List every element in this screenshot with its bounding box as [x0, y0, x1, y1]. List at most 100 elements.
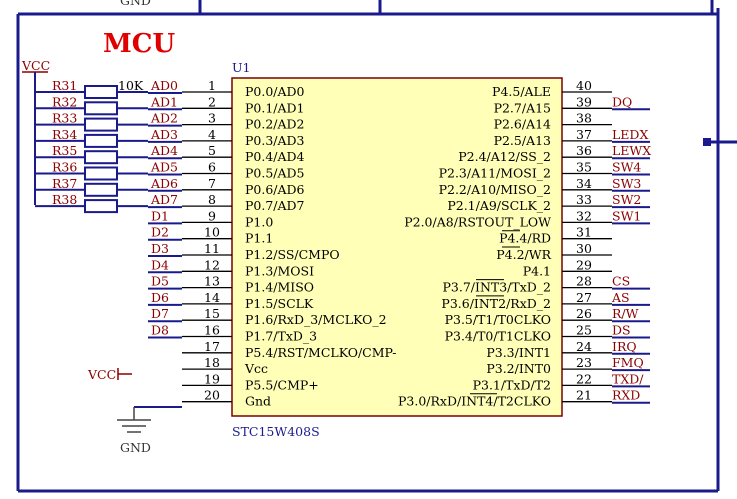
- pin-number: 34: [576, 176, 592, 191]
- pin-number: 3: [208, 111, 216, 126]
- pin-number: 21: [576, 388, 592, 403]
- pin-number: 18: [204, 355, 220, 370]
- vcc-top-label: VCC: [21, 58, 50, 73]
- pin-name: P5.4/RST/MCLKO/CMP-: [245, 345, 396, 360]
- net-label: TXD/: [612, 371, 644, 386]
- pin-name: P3.3/INT1: [486, 345, 551, 360]
- pin-name: P2.6/A14: [494, 117, 551, 132]
- pin-number: 24: [576, 339, 592, 354]
- pin-number: 26: [576, 306, 592, 321]
- net-label: SW1: [612, 208, 641, 223]
- net-label: LEWX: [612, 143, 651, 158]
- pin-number: 17: [204, 339, 220, 354]
- ic-part-number: STC15W408S: [232, 424, 320, 439]
- pin-name: P3.1/TxD/T2: [473, 377, 551, 392]
- net-label: RXD: [612, 388, 640, 403]
- pin-name: P0.2/AD2: [245, 117, 305, 132]
- pin-name: Vcc: [244, 361, 268, 376]
- net-label: IRQ: [612, 339, 637, 354]
- net-label: AD3: [150, 127, 178, 142]
- net-label: SW2: [612, 192, 641, 207]
- pin-name: P0.0/AD0: [245, 84, 305, 99]
- resistor-designator: R33: [52, 111, 77, 126]
- gnd-symbol: GND: [117, 406, 182, 455]
- pin-number: 31: [576, 225, 592, 240]
- pin-number: 36: [576, 143, 592, 158]
- pin-name: P2.3/A11/MOSI_2: [439, 166, 551, 181]
- pin-number: 39: [576, 94, 592, 109]
- resistor-designator: R36: [52, 160, 77, 175]
- net-label: AD2: [150, 111, 178, 126]
- pin-name: P3.2/INT0: [486, 361, 551, 376]
- pin-name: P0.3/AD3: [245, 133, 305, 148]
- pin-name: P4.5/ALE: [492, 84, 551, 99]
- resistor-body: [84, 199, 118, 214]
- pin-name: P4.2/WR: [496, 247, 551, 262]
- pin-number: 13: [204, 274, 220, 289]
- vcc-pin18: VCC: [87, 367, 132, 382]
- resistor-body: [84, 150, 118, 165]
- pin-number: 23: [576, 355, 592, 370]
- pin-number: 30: [576, 241, 592, 256]
- pin-name: P2.7/A15: [494, 100, 551, 115]
- resistor-designator: R34: [52, 127, 77, 142]
- pin-name: P1.6/RxD_3/MCLKO_2: [245, 312, 387, 327]
- pin-name: P1.5/SCLK: [245, 296, 314, 311]
- resistor-designator: R38: [52, 192, 77, 207]
- net-label: AD7: [150, 192, 178, 207]
- resistor-body: [84, 101, 118, 116]
- resistor-body: [84, 133, 118, 148]
- pin-name: P1.1: [245, 231, 273, 246]
- pin-name: P2.2/A10/MISO_2: [439, 182, 551, 197]
- pin-name: P3.4/T0/T1CLKO: [445, 329, 551, 344]
- pin-number: 8: [208, 192, 216, 207]
- pin-number: 5: [208, 143, 216, 158]
- net-label: D2: [151, 225, 169, 240]
- net-label: FMQ: [612, 355, 644, 370]
- net-label: AD6: [150, 176, 178, 191]
- pin-number: 12: [204, 257, 220, 272]
- net-label: D8: [151, 323, 169, 338]
- pin-number: 32: [576, 208, 592, 223]
- pin-name: P1.7/TxD_3: [245, 329, 317, 344]
- resistor-body: [84, 166, 118, 181]
- net-label: CS: [612, 274, 630, 289]
- pin-name: P3.5/T1/T0CLKO: [445, 312, 551, 327]
- pin-number: 35: [576, 160, 592, 175]
- pin-number: 9: [208, 208, 216, 223]
- pin-name: P1.4/MISO: [245, 280, 314, 295]
- pin-name: P0.4/AD4: [245, 149, 305, 164]
- net-label: D5: [151, 274, 169, 289]
- pin-number: 1: [208, 78, 216, 93]
- net-label: DQ: [612, 94, 632, 109]
- vcc-pin-label: VCC: [87, 367, 116, 382]
- pin-name: P2.5/A13: [494, 133, 551, 148]
- pin-name: P0.5/AD5: [245, 166, 305, 181]
- ic-designator: U1: [232, 60, 251, 75]
- pin-number: 40: [576, 78, 592, 93]
- resistor-value: 10K: [118, 78, 144, 93]
- net-label: AD4: [150, 143, 178, 158]
- net-label: DS: [612, 323, 631, 338]
- net-label: SW4: [612, 160, 641, 175]
- pin-name: P3.0/RxD/INT4/T2CLKO: [398, 394, 551, 409]
- pin-name: P4.1: [523, 263, 551, 278]
- pin-name: P1.3/MOSI: [245, 263, 314, 278]
- pin-number: 15: [204, 306, 220, 321]
- pin-name: P1.2/SS/CMPO: [245, 247, 340, 262]
- pin-name: P3.6/INT2/RxD_2: [441, 296, 551, 311]
- net-label: D1: [151, 208, 169, 223]
- pin-number: 25: [576, 323, 592, 338]
- net-label: LEDX: [612, 127, 648, 142]
- junction-dot: [703, 138, 711, 146]
- net-label: SW3: [612, 176, 641, 191]
- pin-number: 19: [204, 371, 220, 386]
- pin-name: Gnd: [245, 394, 271, 409]
- resistor-designator: R31: [52, 78, 77, 93]
- pin-number: 11: [204, 241, 220, 256]
- section-title: MCU: [103, 29, 175, 59]
- pin-name: P4.4/RD: [499, 231, 551, 246]
- resistor-designator: R35: [52, 143, 77, 158]
- pin-name: P5.5/CMP+: [245, 377, 319, 392]
- pin-name: P0.6/AD6: [245, 182, 305, 197]
